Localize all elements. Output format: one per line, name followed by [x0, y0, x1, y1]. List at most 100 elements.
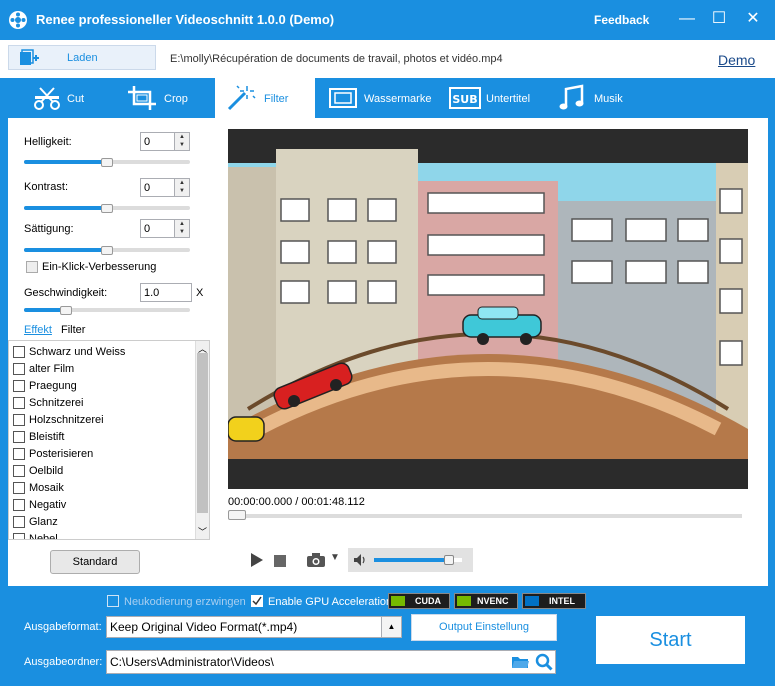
spin-arrows-icon[interactable]: ▲ ▼: [174, 133, 189, 150]
nvenc-badge-label: NVENC: [477, 596, 509, 606]
load-label: Laden: [67, 52, 98, 64]
close-button[interactable]: ✕: [742, 8, 764, 30]
filter-checkbox[interactable]: [13, 414, 25, 426]
filter-checkbox[interactable]: [13, 363, 25, 375]
gpu-acceleration-checkbox[interactable]: [251, 595, 263, 607]
play-icon[interactable]: [250, 552, 264, 568]
output-format-value: Keep Original Video Format(*.mp4): [110, 620, 298, 634]
effekt-link[interactable]: Effekt: [24, 324, 52, 336]
nvidia-logo-icon: [391, 596, 405, 606]
tab-filter[interactable]: Filter: [215, 78, 315, 118]
load-bar: Laden E:\molly\Récupération de documents…: [0, 40, 775, 78]
nvenc-badge: NVENC: [454, 593, 518, 609]
file-path: E:\molly\Récupération de documents de tr…: [170, 53, 503, 65]
volume-slider-fill: [374, 558, 449, 562]
tab-watermark-label: Wassermarke: [364, 93, 432, 105]
filter-item-label: Schnitzerei: [29, 397, 84, 409]
svg-text:SUB: SUB: [452, 93, 477, 106]
tab-subtitle[interactable]: SUB Untertitel: [440, 78, 550, 118]
filter-item-label: Mosaik: [29, 482, 64, 494]
volume-slider-thumb[interactable]: [443, 555, 454, 565]
filter-item-label: alter Film: [29, 363, 75, 375]
dropdown-arrow-icon[interactable]: ▲: [381, 617, 401, 637]
output-format-select[interactable]: Keep Original Video Format(*.mp4) ▲: [106, 616, 402, 638]
contrast-value: 0: [144, 182, 151, 194]
contrast-label: Kontrast:: [24, 181, 69, 193]
app-film-reel-icon: [8, 10, 28, 30]
brightness-slider-fill: [24, 160, 107, 164]
start-button[interactable]: Start: [596, 616, 745, 664]
app-title: Renee professioneller Videoschnitt 1.0.0…: [36, 12, 335, 27]
spin-arrows-icon[interactable]: ▲ ▼: [174, 179, 189, 196]
timecode: 00:00:00.000 / 00:01:48.112: [228, 496, 365, 508]
preview-panel: 00:00:00.000 / 00:01:48.112 ▼: [218, 118, 768, 586]
saturation-label: Sättigung:: [24, 223, 74, 235]
camera-dropdown-icon[interactable]: ▼: [330, 552, 340, 563]
filter-item-label: Glanz: [29, 516, 58, 528]
minimize-button[interactable]: —: [676, 8, 698, 30]
maximize-button[interactable]: ☐: [708, 8, 730, 30]
spin-arrows-icon[interactable]: ▲ ▼: [174, 220, 189, 237]
contrast-spinbox[interactable]: 0 ▲ ▼: [140, 178, 190, 197]
demo-link[interactable]: Demo: [718, 52, 755, 68]
tab-music[interactable]: Musik: [550, 78, 650, 118]
tab-music-label: Musik: [594, 93, 623, 105]
saturation-spinbox[interactable]: 0 ▲ ▼: [140, 219, 190, 238]
scroll-down-icon[interactable]: ﹀: [198, 525, 207, 538]
contrast-slider-thumb[interactable]: [101, 204, 113, 213]
saturation-value: 0: [144, 223, 151, 235]
saturation-slider-thumb[interactable]: [101, 246, 113, 255]
standard-button[interactable]: Standard: [50, 550, 140, 574]
filter-checkbox[interactable]: [13, 465, 25, 477]
cuda-badge: CUDA: [388, 593, 450, 609]
tab-cut[interactable]: Cut: [20, 78, 120, 118]
filter-checkbox[interactable]: [13, 482, 25, 494]
force-reencode-label: Neukodierung erzwingen: [124, 596, 246, 608]
filter-list-scrollbar[interactable]: ︿ ﹀: [195, 341, 209, 539]
filter-checkbox[interactable]: [13, 380, 25, 392]
filter-item-label: Posterisieren: [29, 448, 94, 460]
add-file-icon: [19, 49, 39, 67]
brightness-slider-thumb[interactable]: [101, 158, 113, 167]
nvidia-logo-icon: [457, 596, 471, 606]
volume-control: [348, 548, 473, 572]
filter-checkbox[interactable]: [13, 397, 25, 409]
brightness-label: Helligkeit:: [24, 136, 72, 148]
seek-thumb[interactable]: [228, 510, 246, 520]
seek-bar[interactable]: [228, 514, 742, 518]
brightness-value: 0: [144, 136, 151, 148]
scrollbar-thumb[interactable]: [197, 353, 208, 513]
search-icon[interactable]: [535, 653, 553, 671]
filter-checkbox[interactable]: [13, 516, 25, 528]
load-button[interactable]: Laden: [8, 45, 156, 70]
one-click-label: Ein-Klick-Verbesserung: [42, 261, 157, 273]
force-reencode-checkbox[interactable]: [107, 595, 119, 607]
feedback-link[interactable]: Feedback: [594, 13, 649, 27]
gpu-acceleration-label: Enable GPU Acceleration: [268, 596, 393, 608]
tab-watermark[interactable]: Wassermarke: [320, 78, 440, 118]
filter-item-label: Negativ: [29, 499, 67, 511]
filter-item-label: Holzschnitzerei: [29, 414, 104, 426]
speed-slider-thumb[interactable]: [59, 306, 72, 315]
contrast-slider-fill: [24, 206, 107, 210]
speed-slider[interactable]: [24, 308, 190, 312]
folder-open-icon[interactable]: [511, 654, 529, 670]
stop-icon[interactable]: [274, 555, 286, 567]
filter-checkbox[interactable]: [13, 448, 25, 460]
filter-checkbox[interactable]: [13, 346, 25, 358]
one-click-checkbox[interactable]: [26, 261, 38, 273]
brightness-spinbox[interactable]: 0 ▲ ▼: [140, 132, 190, 151]
speaker-icon[interactable]: [353, 553, 367, 567]
filter-checkbox[interactable]: [13, 431, 25, 443]
output-settings-button[interactable]: Output Einstellung: [411, 614, 557, 641]
filter-item-label: Praegung: [29, 380, 77, 392]
tab-crop[interactable]: Crop: [120, 78, 215, 118]
output-folder-input[interactable]: C:\Users\Administrator\Videos\: [106, 650, 556, 674]
output-folder-value: C:\Users\Administrator\Videos\: [110, 655, 274, 669]
filter-item-label: Bleistift: [29, 431, 65, 443]
filter-checkbox[interactable]: [13, 533, 25, 539]
camera-icon[interactable]: [306, 552, 326, 568]
filter-checkbox[interactable]: [13, 499, 25, 511]
speed-input[interactable]: 1.0: [140, 283, 192, 302]
video-preview[interactable]: [228, 129, 748, 489]
